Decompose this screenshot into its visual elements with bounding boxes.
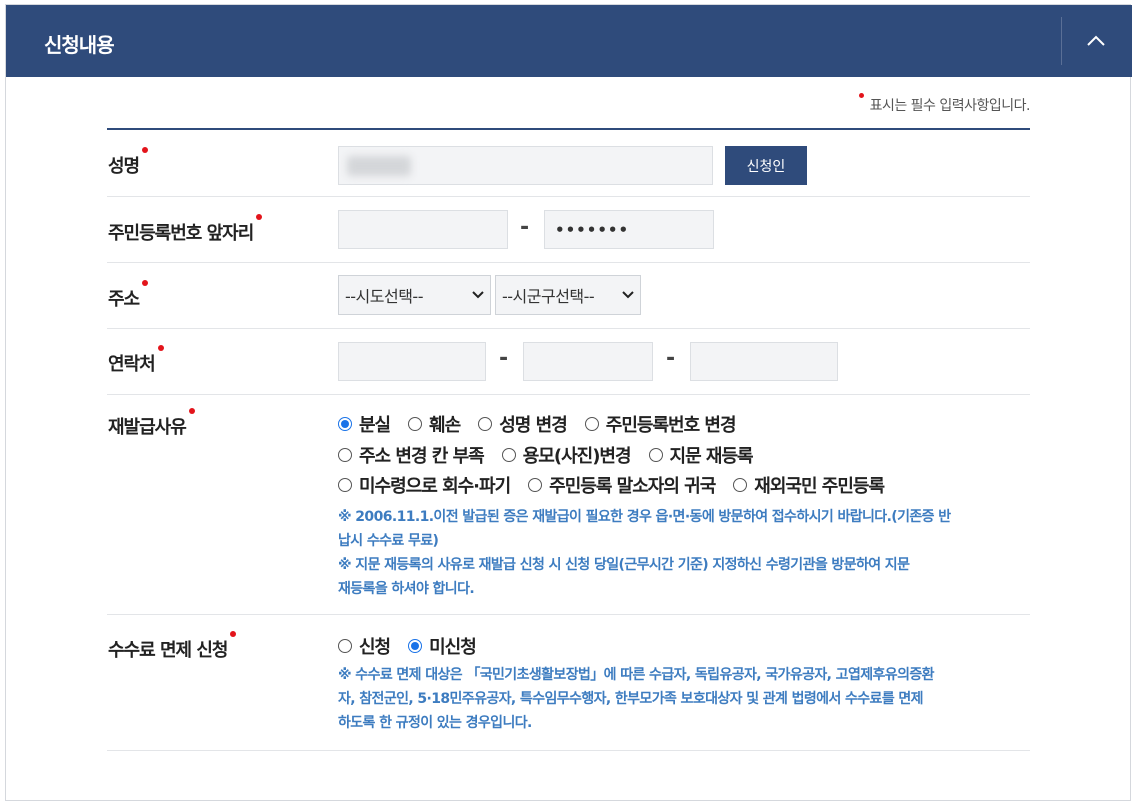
reason-label: 재발급사유	[108, 408, 195, 439]
panel-title: 신청내용	[44, 33, 115, 57]
radio-icon	[733, 478, 748, 492]
reason-option-damaged[interactable]: 훼손	[408, 411, 461, 437]
radio-icon	[338, 639, 352, 653]
row-reason: 재발급사유 분실 훼손 성명 변경 주민등록번호 변경 주소 변경 칸 부족 용…	[107, 395, 1030, 615]
rrn-front-field[interactable]	[338, 210, 508, 249]
reason-option-unclaimed[interactable]: 미수령으로 회수·파기	[338, 472, 511, 498]
radio-checked-icon	[338, 417, 352, 431]
contact-field-2[interactable]	[523, 342, 653, 381]
reason-note: ※ 2006.11.1.이전 발급된 증은 재발급이 필요한 경우 읍·면·동에…	[338, 509, 951, 597]
contact-separator-2: -	[666, 346, 676, 371]
required-dot-icon	[256, 214, 263, 220]
reason-option-overseas[interactable]: 재외국민 주민등록	[733, 472, 885, 498]
fee-option-not-apply[interactable]: 미신청	[408, 633, 477, 659]
required-dot-icon	[188, 408, 195, 414]
radio-icon	[584, 417, 599, 431]
row-contact: 연락처 - -	[107, 329, 1030, 395]
collapse-button[interactable]	[1072, 17, 1120, 65]
chevron-down-icon	[472, 291, 484, 299]
application-panel: 신청내용 표시는 필수 입력사항입니다. 성명 신청인 주민등록번호 앞자리 -…	[5, 4, 1132, 801]
fee-note: ※ 수수료 면제 대상은 「국민기초생활보장법」에 따른 수급자, 독립유공자,…	[338, 667, 935, 731]
reason-options-line-2: 주소 변경 칸 부족 용모(사진)변경 지문 재등록	[338, 442, 771, 468]
name-field[interactable]	[338, 146, 713, 185]
fee-option-apply[interactable]: 신청	[338, 633, 391, 659]
radio-icon	[478, 417, 493, 431]
fee-label: 수수료 면제 신청	[108, 631, 237, 662]
sido-select[interactable]: --시도선택--	[338, 275, 491, 315]
rrn-separator: -	[520, 215, 530, 240]
reason-option-fingerprint[interactable]: 지문 재등록	[648, 442, 754, 468]
reason-option-name-change[interactable]: 성명 변경	[478, 411, 568, 437]
reason-option-return[interactable]: 주민등록 말소자의 귀국	[528, 472, 716, 498]
fee-options: 신청 미신청	[338, 633, 494, 659]
chevron-down-icon	[622, 291, 634, 299]
reason-option-rrn-change[interactable]: 주민등록번호 변경	[584, 411, 737, 437]
row-name: 성명 신청인	[107, 130, 1030, 197]
reason-options-line-1: 분실 훼손 성명 변경 주민등록번호 변경	[338, 411, 754, 437]
row-rrn: 주민등록번호 앞자리 - •••••••	[107, 197, 1030, 263]
radio-icon	[648, 448, 663, 462]
chevron-up-icon	[1087, 35, 1105, 46]
applicant-button[interactable]: 신청인	[725, 146, 807, 185]
radio-icon	[338, 478, 352, 492]
contact-field-1[interactable]	[338, 342, 486, 381]
radio-checked-icon	[408, 639, 423, 653]
panel-header: 신청내용	[6, 5, 1132, 77]
required-dot-icon	[858, 93, 864, 98]
required-dot-icon	[230, 631, 237, 637]
rrn-back-field[interactable]: •••••••	[544, 210, 714, 249]
radio-icon	[528, 478, 543, 492]
required-dot-icon	[142, 147, 149, 153]
address-label: 주소	[108, 280, 149, 311]
radio-icon	[501, 448, 516, 462]
masked-name	[347, 156, 411, 176]
required-note: 표시는 필수 입력사항입니다.	[858, 93, 1031, 115]
reason-options-line-3: 미수령으로 회수·파기 주민등록 말소자의 귀국 재외국민 주민등록	[338, 472, 902, 498]
row-fee: 수수료 면제 신청 신청 미신청 ※ 수수료 면제 대상은 「국민기초생활보장법…	[107, 615, 1030, 751]
contact-separator-1: -	[499, 346, 509, 371]
required-dot-icon	[142, 280, 149, 286]
contact-field-3[interactable]	[690, 342, 838, 381]
name-label: 성명	[108, 147, 149, 178]
contact-label: 연락처	[108, 345, 164, 376]
reason-option-address-space[interactable]: 주소 변경 칸 부족	[338, 442, 485, 468]
sigungu-select[interactable]: --시군구선택--	[495, 275, 641, 315]
row-address: 주소 --시도선택-- --시군구선택--	[107, 263, 1030, 329]
required-dot-icon	[157, 345, 164, 351]
header-divider	[1061, 17, 1062, 65]
radio-icon	[338, 448, 352, 462]
reason-option-photo-change[interactable]: 용모(사진)변경	[501, 442, 632, 468]
rrn-label: 주민등록번호 앞자리	[108, 214, 263, 245]
application-form: 성명 신청인 주민등록번호 앞자리 - ••••••• 주소 --시도선택-- …	[107, 128, 1030, 751]
reason-option-lost[interactable]: 분실	[338, 411, 391, 437]
radio-icon	[408, 417, 423, 431]
